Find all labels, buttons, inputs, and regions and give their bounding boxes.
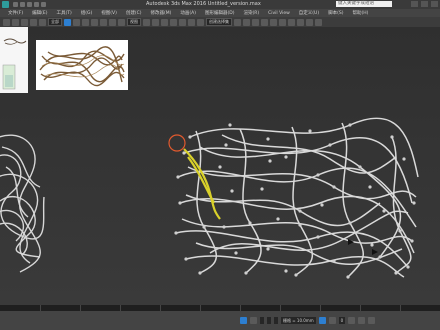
menu-modifiers[interactable]: 修改器(M) — [150, 10, 171, 16]
orbit-icon[interactable] — [368, 317, 376, 324]
move-icon[interactable] — [100, 18, 107, 26]
percent-snap-icon[interactable] — [188, 18, 195, 26]
schematic-view-icon[interactable] — [279, 18, 286, 26]
new-icon[interactable] — [13, 2, 18, 7]
render-setup-icon[interactable] — [297, 18, 304, 26]
menu-animation[interactable]: 动画(A) — [180, 10, 196, 16]
menu-edit[interactable]: 编辑(E) — [32, 10, 47, 16]
menu-customize[interactable]: 自定义(U) — [299, 10, 319, 16]
play-icon[interactable] — [348, 317, 356, 324]
set-key-button[interactable] — [328, 317, 336, 324]
main-toolbar: 全部 视图 创建选择集 — [0, 17, 440, 27]
keyboard-shortcut-icon[interactable] — [161, 18, 168, 26]
material-editor-icon[interactable] — [288, 18, 295, 26]
x-coordinate-field[interactable] — [260, 317, 264, 324]
pivot-center-icon[interactable] — [143, 18, 150, 26]
menu-scripting[interactable]: 脚本(S) — [328, 10, 343, 16]
spinner-snap-icon[interactable] — [197, 18, 204, 26]
layer-explorer-icon[interactable] — [252, 18, 259, 26]
render-frame-icon[interactable] — [306, 18, 313, 26]
brush-cursor-icon — [168, 134, 186, 152]
snap-toggle-icon[interactable] — [170, 18, 177, 26]
title-bar: Autodesk 3ds Max 2016 Untitled_version.m… — [0, 0, 440, 9]
absolute-mode-icon[interactable] — [250, 317, 257, 324]
reference-coordinate-dropdown[interactable]: 视图 — [127, 18, 141, 26]
redo-icon[interactable] — [41, 2, 46, 7]
menu-views[interactable]: 视图(V) — [101, 10, 117, 16]
menu-bar: 文件(F) 编辑(E) 工具(T) 组(G) 视图(V) 创建(C) 修改器(M… — [0, 9, 440, 17]
z-coordinate-field[interactable] — [274, 317, 278, 324]
graphite-ribbon-icon[interactable] — [261, 18, 268, 26]
grid-size-label: 栅格 = 10.0mm — [281, 317, 316, 324]
menu-rendering[interactable]: 渲染(R) — [243, 10, 259, 16]
close-button[interactable] — [431, 1, 438, 7]
window-crossing-icon[interactable] — [91, 18, 98, 26]
menu-tools[interactable]: 工具(T) — [56, 10, 71, 16]
menu-group[interactable]: 组(G) — [81, 10, 93, 16]
app-icon[interactable] — [2, 1, 9, 8]
manipulate-icon[interactable] — [152, 18, 159, 26]
redo-icon[interactable] — [12, 18, 19, 26]
open-icon[interactable] — [20, 2, 25, 7]
mirror-icon[interactable] — [234, 18, 241, 26]
menu-create[interactable]: 创建(C) — [126, 10, 142, 16]
bind-space-warp-icon[interactable] — [39, 18, 46, 26]
menu-file[interactable]: 文件(F) — [8, 10, 23, 16]
region-select-icon[interactable] — [82, 18, 89, 26]
angle-snap-icon[interactable] — [179, 18, 186, 26]
menu-help[interactable]: 帮助(H) — [352, 10, 368, 16]
maximize-button[interactable] — [421, 1, 428, 7]
quick-access-toolbar — [13, 2, 46, 7]
window-title: Autodesk 3ds Max 2016 Untitled_version.m… — [146, 1, 261, 7]
window-controls — [411, 1, 438, 7]
select-by-name-icon[interactable] — [73, 18, 80, 26]
menu-civil-view[interactable]: Civil View — [268, 11, 290, 16]
zoom-icon[interactable] — [358, 317, 366, 324]
undo-icon[interactable] — [34, 2, 39, 7]
unlink-icon[interactable] — [30, 18, 37, 26]
viewport-scene — [0, 117, 419, 279]
minimize-button[interactable] — [411, 1, 418, 7]
curve-editor-icon[interactable] — [270, 18, 277, 26]
align-icon[interactable] — [243, 18, 250, 26]
current-frame-field[interactable]: 0 — [338, 317, 346, 324]
save-icon[interactable] — [27, 2, 32, 7]
scale-icon[interactable] — [118, 18, 125, 26]
select-object-icon[interactable] — [64, 18, 71, 26]
named-selection-sets[interactable]: 创建选择集 — [206, 18, 232, 26]
selection-filter[interactable]: 全部 — [48, 18, 62, 26]
left-wire-bundle[interactable] — [0, 134, 45, 273]
y-coordinate-field[interactable] — [267, 317, 271, 324]
undo-icon[interactable] — [3, 18, 10, 26]
lock-selection-icon[interactable] — [240, 317, 247, 324]
selected-spline-highlight[interactable] — [183, 148, 221, 220]
menu-graph-editors[interactable]: 图形编辑器(D) — [205, 10, 234, 16]
link-icon[interactable] — [21, 18, 28, 26]
status-bar: 栅格 = 10.0mm 0 — [0, 311, 440, 330]
render-icon[interactable] — [315, 18, 322, 26]
auto-key-button[interactable] — [318, 317, 326, 324]
rotate-icon[interactable] — [109, 18, 116, 26]
search-input[interactable]: 键入关键字或短语 — [336, 1, 392, 7]
